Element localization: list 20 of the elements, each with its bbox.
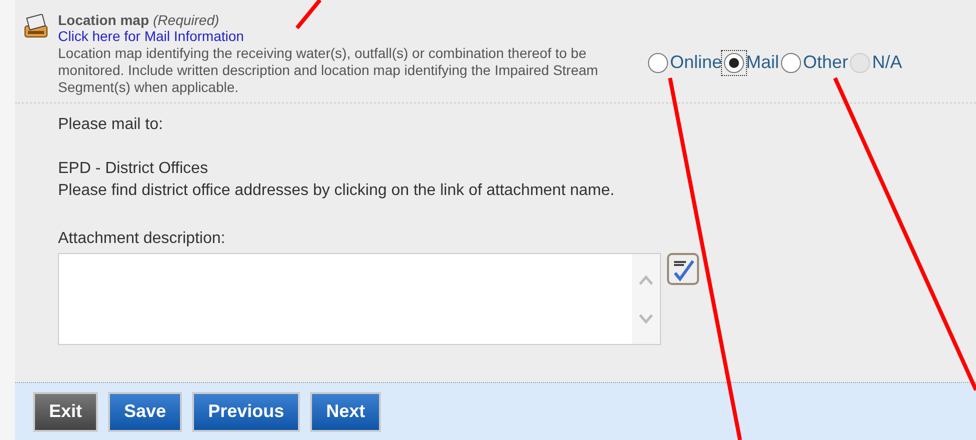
radio-option[interactable]: Other <box>779 49 848 76</box>
attachment-label: Attachment description: <box>58 229 226 249</box>
spellcheck-icon[interactable] <box>667 253 699 285</box>
item-description: Location map identifying the receiving water(s), outfall(s) or combination thereof to be monitored. Include written description and location map identifying the Impaired Stream Segment(s) when applicable. <box>58 45 600 96</box>
item-title: Location map <box>58 12 150 28</box>
radio-button[interactable] <box>648 52 668 72</box>
annotation-line <box>295 0 322 30</box>
mail-info-link[interactable]: Click here for Mail Information <box>58 28 244 44</box>
mail-heading: Please mail to: <box>58 115 164 135</box>
required-note: (Required) <box>153 12 220 28</box>
form-button[interactable]: Previous <box>192 392 300 432</box>
office-name: EPD - District Offices <box>58 159 209 179</box>
radio-button[interactable] <box>724 52 744 72</box>
radio-option[interactable]: Online <box>646 49 722 76</box>
form-button[interactable]: Exit <box>33 392 98 432</box>
radio-option[interactable]: Mail <box>722 49 780 76</box>
office-instructions: Please find district office addresses by clicking on the link of attachment name. <box>58 181 616 201</box>
form-button[interactable]: Next <box>310 392 382 432</box>
form-button[interactable]: Save <box>108 392 182 432</box>
radio-button[interactable] <box>781 52 802 72</box>
